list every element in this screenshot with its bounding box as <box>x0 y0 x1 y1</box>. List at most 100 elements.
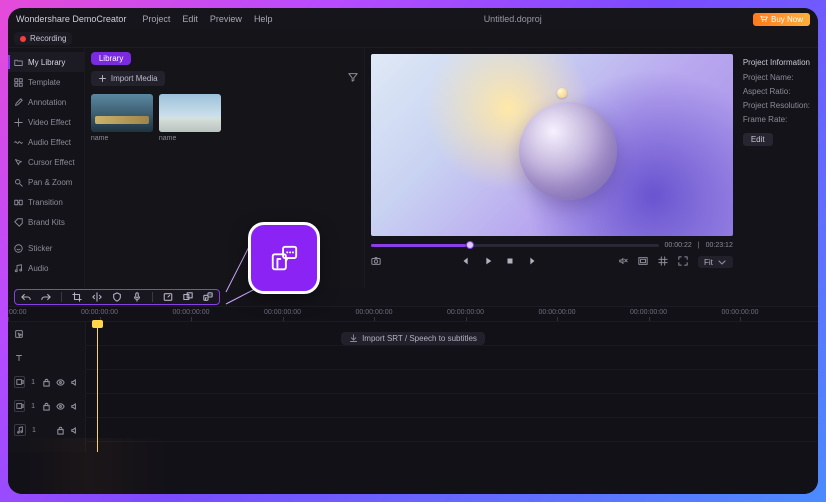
lane-video-1[interactable] <box>86 370 818 394</box>
sidebar-item-my-library[interactable]: My Library <box>8 52 84 72</box>
info-frame-rate: Frame Rate: <box>743 115 810 124</box>
sidebar-item-template[interactable]: Template <box>8 72 84 92</box>
track-head-audio-1[interactable]: 1 <box>8 418 85 442</box>
group-icon <box>183 292 193 302</box>
snapshot-button[interactable] <box>371 256 381 269</box>
grid-button[interactable] <box>658 253 668 271</box>
track-headers: 1 1 <box>8 322 86 452</box>
redo-button[interactable] <box>41 292 51 302</box>
menu-help[interactable]: Help <box>254 14 273 24</box>
ruler-label: 00:00:00:00 <box>630 309 667 316</box>
undo-icon <box>21 292 31 302</box>
voiceover-button[interactable] <box>132 292 142 302</box>
track-head-text[interactable] <box>8 346 85 370</box>
ruler-label: 00:00:00:00 <box>356 309 393 316</box>
buy-now-button[interactable]: Buy Now <box>753 13 810 26</box>
ratio-icon <box>638 256 648 266</box>
fullscreen-button[interactable] <box>678 253 688 271</box>
lane-text[interactable] <box>86 346 818 370</box>
visibility-button[interactable] <box>55 377 65 387</box>
grid-3x3-icon <box>658 256 668 266</box>
sidebar-item-audio[interactable]: Audio <box>8 258 84 278</box>
ruler-label: 00:00:00:00 <box>722 309 759 316</box>
stop-button[interactable] <box>505 253 515 271</box>
sidebar-item-annotation[interactable]: Annotation <box>8 92 84 112</box>
funnel-icon <box>348 72 358 82</box>
crop-button[interactable] <box>72 292 82 302</box>
info-edit-button[interactable]: Edit <box>743 133 773 146</box>
visibility-button[interactable] <box>55 401 65 411</box>
ruler-label: 00:00:00:00 <box>447 309 484 316</box>
speed-button[interactable] <box>163 292 173 302</box>
sidebar-item-pan-zoom[interactable]: Pan & Zoom <box>8 172 84 192</box>
lock-button[interactable] <box>55 425 65 435</box>
menu-preview[interactable]: Preview <box>210 14 242 24</box>
mute-track-button[interactable] <box>69 377 79 387</box>
thumb-caption: name <box>91 135 153 142</box>
lock-button[interactable] <box>41 401 51 411</box>
playhead[interactable] <box>97 322 98 452</box>
audio-track-icon <box>14 424 26 436</box>
track-lanes[interactable] <box>86 322 818 452</box>
sidebar-item-audio-effect[interactable]: Audio Effect <box>8 132 84 152</box>
lane-video-2[interactable] <box>86 394 818 418</box>
video-track-icon <box>14 376 25 388</box>
sidebar-item-cursor-effect[interactable]: Cursor Effect <box>8 152 84 172</box>
filter-button[interactable] <box>348 72 358 85</box>
playhead-handle-icon[interactable] <box>92 320 103 328</box>
crop-icon <box>72 292 82 302</box>
group-button[interactable] <box>183 292 193 302</box>
lane-audio-1[interactable] <box>86 418 818 442</box>
sidebar-item-brand-kits[interactable]: Brand Kits <box>8 212 84 232</box>
timeline-panel: 00:00:00:00 00:00:00:00 00:00:00:00 00:00:0… <box>8 306 818 494</box>
transition-icon <box>14 198 23 207</box>
menu-project[interactable]: Project <box>142 14 170 24</box>
sidebar-item-video-effect[interactable]: Video Effect <box>8 112 84 132</box>
speech-to-text-icon <box>269 243 299 273</box>
import-media-button[interactable]: Import Media <box>91 71 165 86</box>
thumb-image <box>159 94 221 132</box>
play-icon <box>483 256 493 266</box>
sidebar-item-transition[interactable]: Transition <box>8 192 84 212</box>
split-button[interactable] <box>92 292 102 302</box>
sidebar: My Library Template Annotation Video Eff… <box>8 48 85 288</box>
play-button[interactable] <box>483 253 493 271</box>
marker-button[interactable] <box>112 292 122 302</box>
mute-button[interactable] <box>618 253 628 271</box>
mute-track-button[interactable] <box>69 401 79 411</box>
media-thumb[interactable]: name <box>91 94 153 142</box>
app-window: Wondershare DemoCreator Project Edit Pre… <box>8 8 818 494</box>
skip-back-icon <box>461 256 471 266</box>
next-button[interactable] <box>527 253 537 271</box>
track-head-cursor[interactable] <box>8 322 85 346</box>
info-resolution: Project Resolution: <box>743 101 810 110</box>
seek-bar[interactable] <box>371 244 659 247</box>
zoom-fit-select[interactable]: Fit <box>698 256 733 268</box>
sidebar-item-sticker[interactable]: Sticker <box>8 238 84 258</box>
track-head-video-1[interactable]: 1 <box>8 370 85 394</box>
safe-zone-button[interactable] <box>638 253 648 271</box>
lock-button[interactable] <box>41 377 51 387</box>
ruler-label: 00:00:00:00 <box>539 309 576 316</box>
undo-button[interactable] <box>21 292 31 302</box>
timeline-ruler[interactable]: 00:00:00:00 00:00:00:00 00:00:00:00 00:00:0… <box>8 306 818 322</box>
ruler-label: 00:00:00:00 <box>264 309 301 316</box>
project-info-panel: Project Information Project Name: Aspect… <box>741 54 812 284</box>
prev-button[interactable] <box>461 253 471 271</box>
lane-cursor[interactable] <box>86 322 818 346</box>
media-thumb[interactable]: name <box>159 94 221 142</box>
recording-button[interactable]: Recording <box>14 32 72 45</box>
video-preview[interactable] <box>371 54 733 236</box>
time-total: 00:23:12 <box>706 242 733 249</box>
seek-knob[interactable] <box>466 241 474 249</box>
library-chip[interactable]: Library <box>91 52 131 65</box>
speech-to-text-button[interactable] <box>203 292 213 302</box>
plus-icon <box>98 74 107 83</box>
text-icon <box>14 353 24 363</box>
lock-icon <box>56 426 65 435</box>
ruler-label: 00:00:00:00 <box>8 309 26 316</box>
menu-edit[interactable]: Edit <box>182 14 198 24</box>
speaker-icon <box>70 402 79 411</box>
track-head-video-2[interactable]: 1 <box>8 394 85 418</box>
mute-track-button[interactable] <box>69 425 79 435</box>
